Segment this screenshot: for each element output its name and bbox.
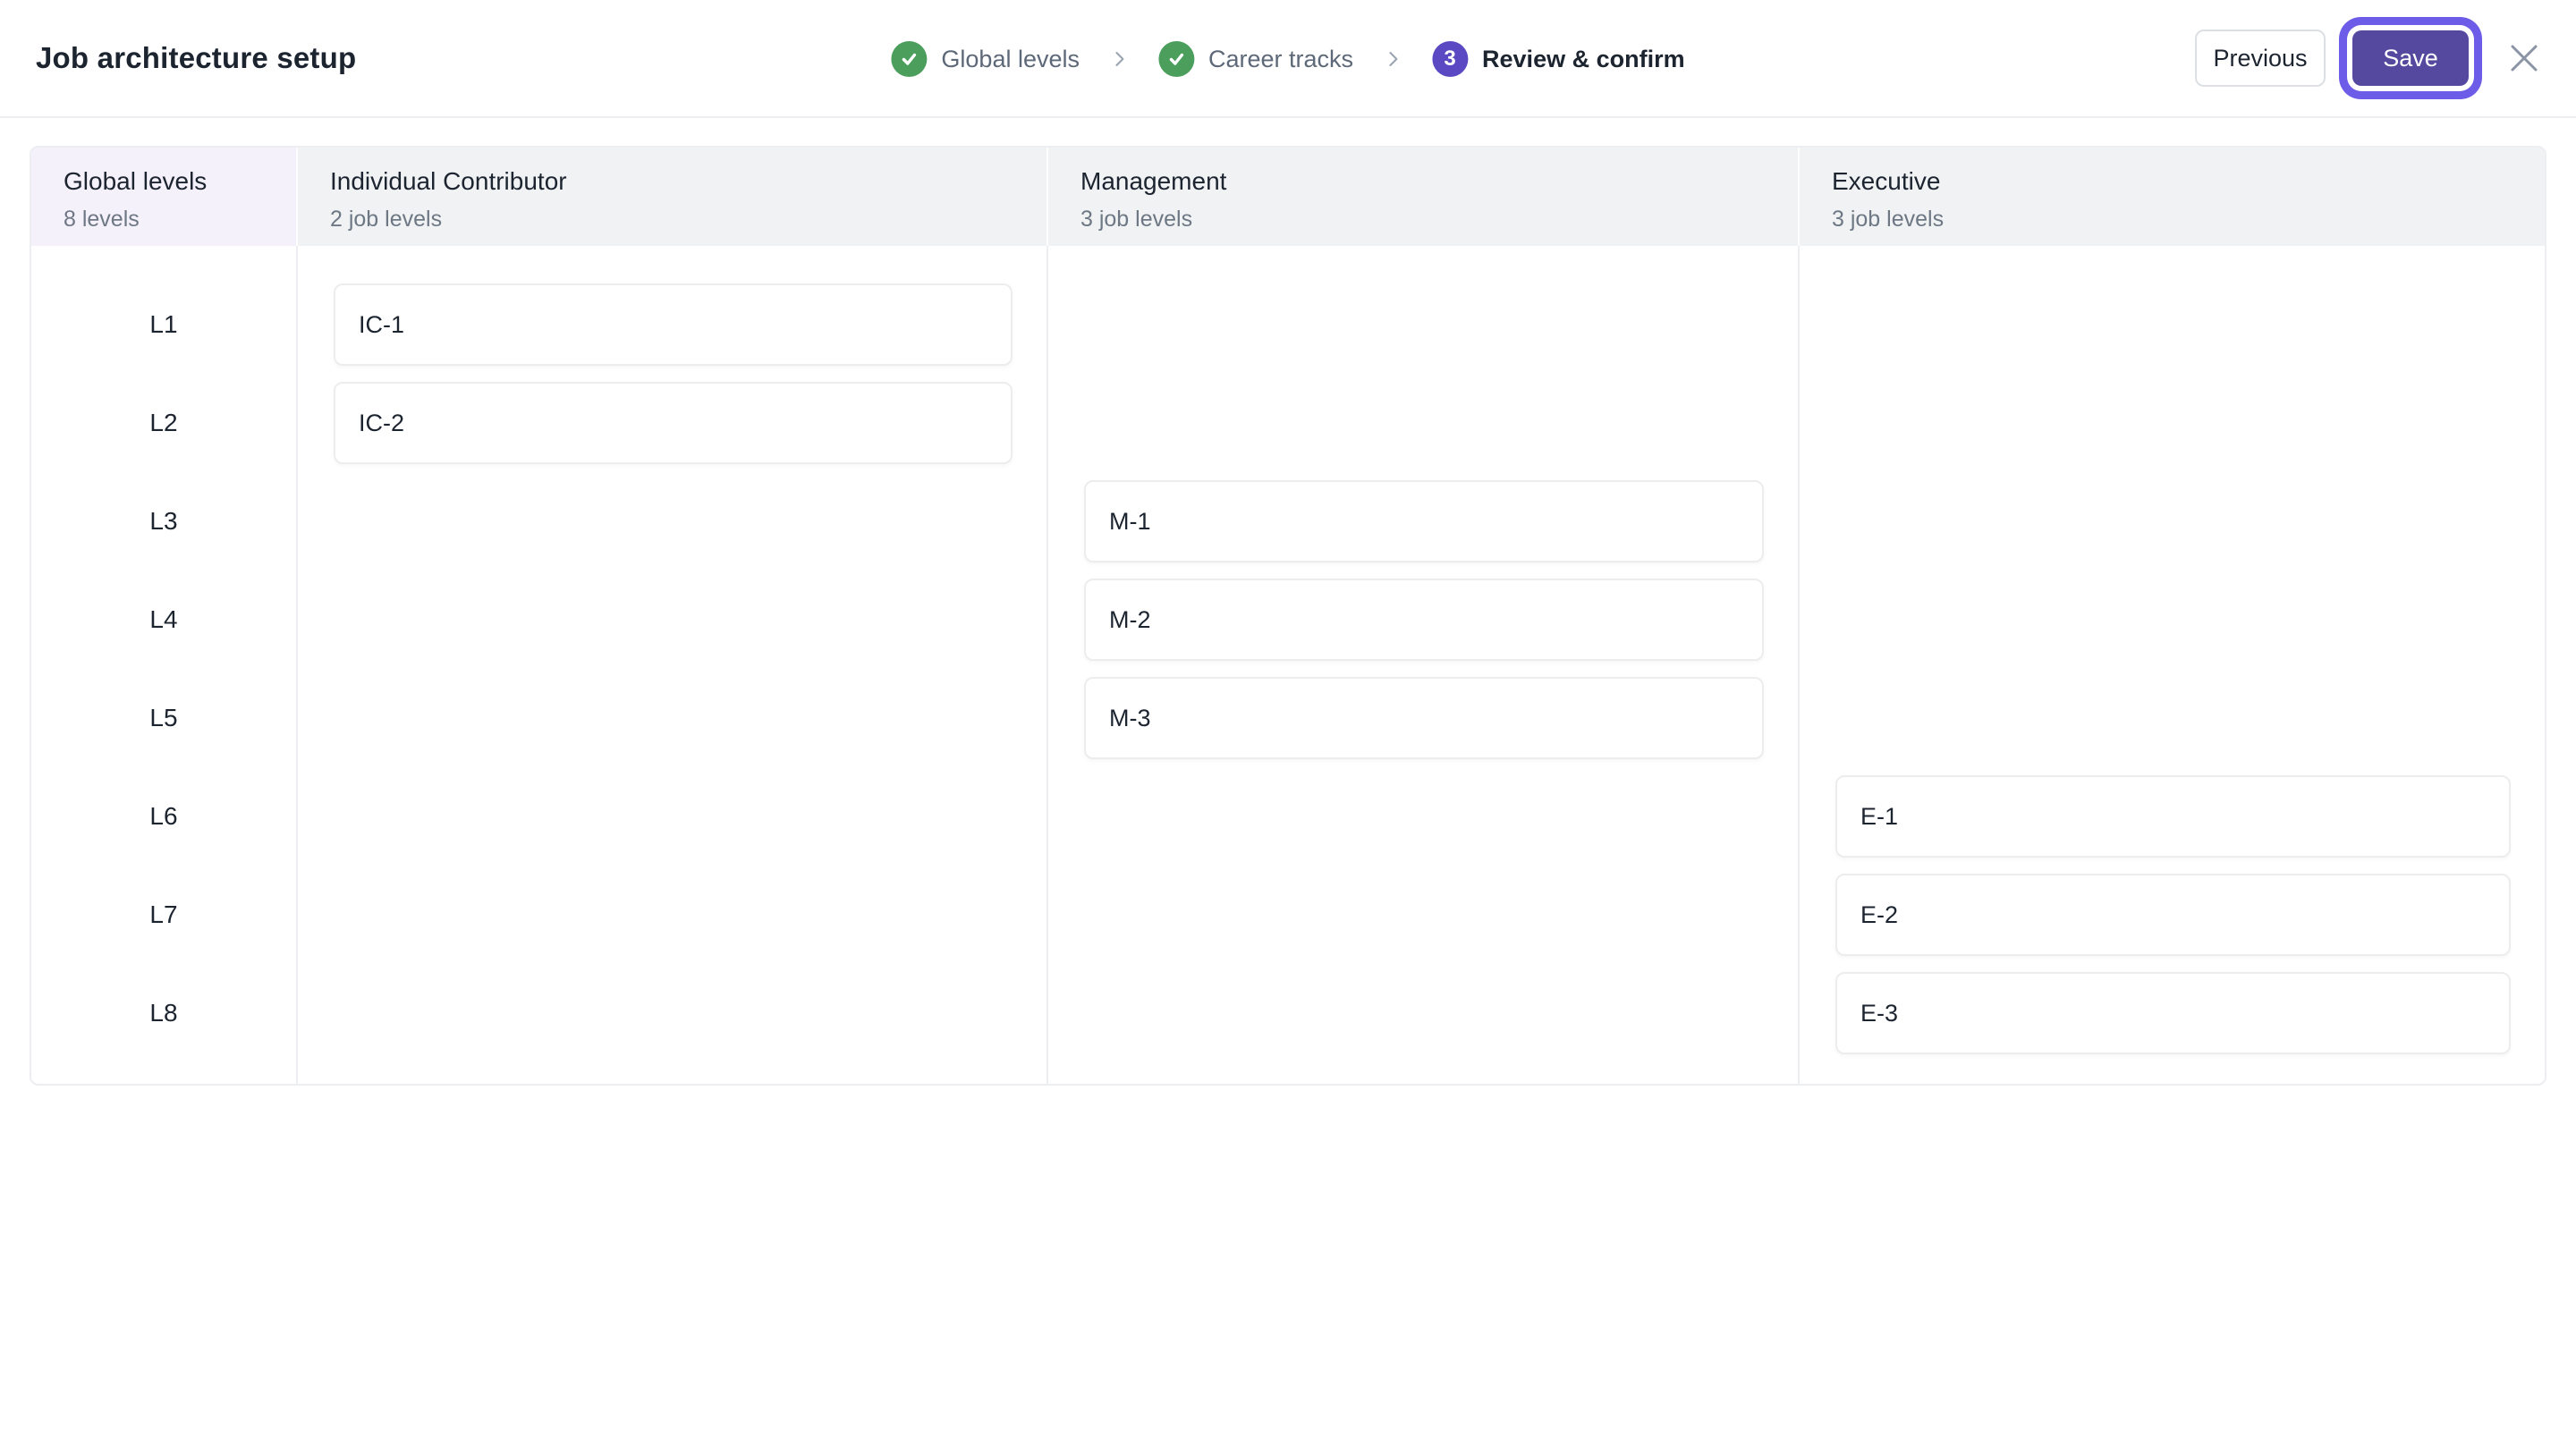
job-level-slot [298,964,1046,1062]
job-level-slot: IC-1 [298,275,1046,374]
job-level-slot [1048,964,1798,1062]
column-title: Executive [1832,167,1941,195]
job-level-slot [1048,866,1798,964]
level-row-slot: L2 [31,374,296,472]
job-level-slot: M-2 [1048,571,1798,669]
job-level-slot: IC-2 [298,374,1046,472]
job-level-slot: M-3 [1048,669,1798,767]
previous-button[interactable]: Previous [2195,30,2326,87]
job-level-slot [298,767,1046,866]
job-level-slot [1048,767,1798,866]
column-subtitle: 3 job levels [1832,207,1945,232]
job-level-slot: E-3 [1800,964,2545,1062]
level-label: L5 [149,704,178,731]
column-title: Individual Contributor [330,167,567,195]
job-level-slot: M-1 [1048,472,1798,571]
track-column-body: M-1 M-2 M-3 [1048,246,1800,1084]
page-title: Job architecture setup [36,41,357,74]
step-complete-check-icon [891,41,928,77]
job-level-slot [1800,472,2545,571]
job-level-card[interactable]: E-3 [1835,972,2511,1054]
level-row-slot: L5 [31,669,296,767]
job-level-slot: E-1 [1800,767,2545,866]
level-row-slot: L8 [31,964,296,1062]
job-architecture-setup-page: Job architecture setup Global levels Care… [0,0,2576,1454]
job-level-slot [298,472,1046,571]
job-level-slot: E-2 [1800,866,2545,964]
level-row-slot: L7 [31,866,296,964]
stepper: Global levels Career tracks 3 Review & conf… [891,0,1685,118]
track-column-header: Executive 3 job levels [1800,148,2545,246]
job-level-slot [298,571,1046,669]
column-subtitle: 2 job levels [330,207,443,232]
stepper-step-review-confirm[interactable]: 3 Review & confirm [1432,41,1685,77]
job-level-slot [1048,374,1798,472]
level-label: L8 [149,999,178,1027]
stepper-step-global-levels[interactable]: Global levels [891,41,1080,77]
step-label: Global levels [941,45,1080,72]
job-level-slot [1048,275,1798,374]
job-level-slot [1800,669,2545,767]
step-number-badge: 3 [1432,41,1469,77]
level-row-slot: L4 [31,571,296,669]
step-label: Career tracks [1208,45,1354,72]
job-level-card[interactable]: E-1 [1835,775,2511,858]
level-label: L3 [149,507,178,535]
track-column-header: Management 3 job levels [1048,148,1800,246]
level-label: L7 [149,900,178,928]
topbar-actions: Previous Save [2195,30,2544,87]
chevron-right-icon [1110,50,1128,68]
stepper-step-career-tracks[interactable]: Career tracks [1157,41,1354,77]
table-header-row: Global levels 8 levels Individual Contri… [31,148,2545,246]
job-level-card[interactable]: M-2 [1084,579,1764,661]
job-level-card[interactable]: IC-2 [334,382,1013,464]
column-title: Management [1080,167,1227,195]
job-level-card[interactable]: M-1 [1084,480,1764,562]
chevron-right-icon [1384,50,1402,68]
job-level-slot [298,669,1046,767]
save-button[interactable]: Save [2352,30,2469,86]
step-complete-check-icon [1157,41,1194,77]
job-level-slot [1800,571,2545,669]
job-level-slot [1800,374,2545,472]
level-label: L4 [149,605,178,633]
level-label: L6 [149,802,178,830]
job-level-card[interactable]: E-2 [1835,874,2511,956]
top-bar: Job architecture setup Global levels Care… [0,0,2576,118]
job-level-card[interactable]: IC-1 [334,283,1013,366]
job-level-slot [1800,275,2545,374]
level-label: L1 [149,310,178,338]
job-level-card[interactable]: M-3 [1084,677,1764,759]
level-row-slot: L6 [31,767,296,866]
levels-column-header: Global levels 8 levels [31,148,298,246]
level-label: L2 [149,409,178,436]
column-title: Global levels [64,167,208,195]
track-column-body: IC-1 IC-2 [298,246,1048,1084]
level-row-slot: L1 [31,275,296,374]
track-column-body: E-1 E-2 E-3 [1800,246,2545,1084]
level-row-slot: L3 [31,472,296,571]
track-column-header: Individual Contributor 2 job levels [298,148,1048,246]
column-subtitle: 8 levels [64,207,140,232]
column-subtitle: 3 job levels [1080,207,1193,232]
close-icon [2509,43,2539,73]
level-mapping-table: Global levels 8 levels Individual Contri… [30,146,2546,1086]
step-label: Review & confirm [1482,45,1685,72]
close-button[interactable] [2504,38,2544,78]
table-body: L1 L2 L3 L4 L5 L6 L7 L8 IC-1 IC-2 M-1 M-2 M-3 E-1 E-2… [31,246,2545,1084]
job-level-slot [298,866,1046,964]
levels-column-body: L1 L2 L3 L4 L5 L6 L7 L8 [31,246,298,1084]
